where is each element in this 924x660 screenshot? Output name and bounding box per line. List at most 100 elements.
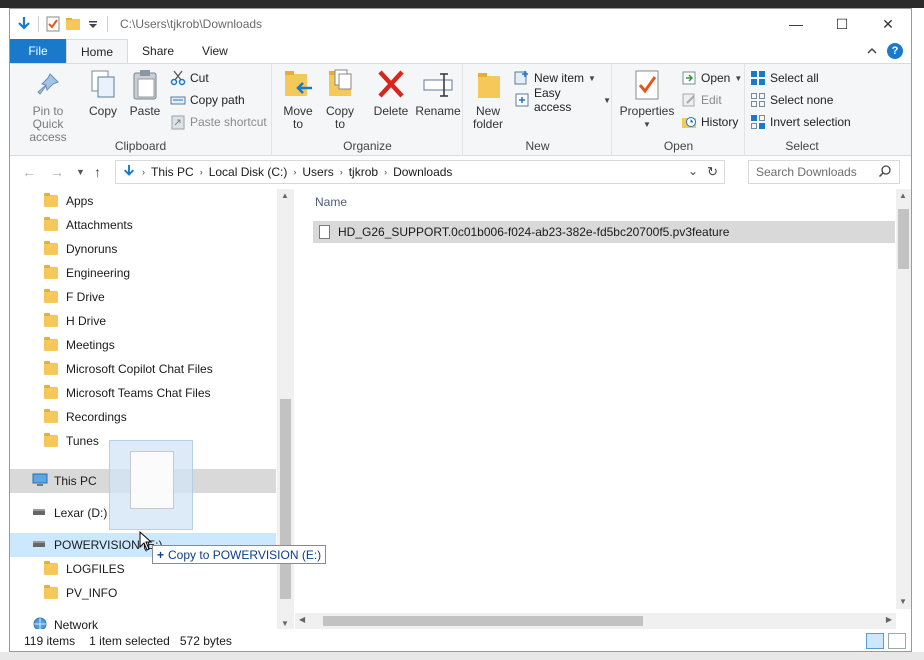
ribbon-tabs: File Home Share View ? (10, 39, 911, 63)
breadcrumb-users[interactable]: Users (298, 165, 337, 179)
recent-locations-icon[interactable]: ▼ (76, 167, 85, 177)
nav-label: Dynoruns (66, 242, 118, 256)
folder-icon (44, 217, 58, 231)
scroll-up-icon[interactable]: ▲ (281, 191, 289, 200)
new-folder-qat-icon[interactable] (65, 16, 81, 32)
tab-share[interactable]: Share (128, 39, 188, 63)
scroll-down-icon[interactable]: ▼ (281, 619, 289, 628)
breadcrumb-local-disk[interactable]: Local Disk (C:) (205, 165, 292, 179)
delete-button[interactable]: Delete (373, 68, 409, 118)
help-icon[interactable]: ? (887, 43, 903, 59)
search-input[interactable]: Search Downloads (748, 160, 900, 184)
invert-selection-button[interactable]: Invert selection (750, 112, 851, 132)
minimize-button[interactable]: — (773, 9, 819, 39)
breadcrumb-separator[interactable]: › (291, 167, 298, 177)
breadcrumb-separator[interactable]: › (338, 167, 345, 177)
scroll-left-icon[interactable]: ◀ (299, 615, 305, 624)
new-item-button[interactable]: New item ▼ (514, 68, 596, 88)
back-arrow-icon[interactable]: ← (22, 164, 36, 180)
file-row[interactable]: HD_G26_SUPPORT.0c01b006-f024-ab23-382e-f… (313, 221, 895, 243)
drag-tooltip-text: Copy to POWERVISION (E:) (168, 547, 322, 562)
breadcrumb-separator[interactable]: › (382, 167, 389, 177)
address-bar[interactable]: › This PC › Local Disk (C:) › Users › tj… (115, 160, 725, 184)
nav-folder-attachments[interactable]: Attachments (10, 213, 276, 237)
nav-folder-apps[interactable]: Apps (10, 189, 276, 213)
paste-shortcut-button[interactable]: Paste shortcut (170, 112, 267, 132)
new-folder-label-2: folder (472, 117, 504, 131)
select-all-button[interactable]: Select all (750, 68, 819, 88)
history-button[interactable]: History (681, 112, 738, 132)
nav-label: Recordings (66, 410, 127, 424)
properties-button[interactable]: Properties ▼ (619, 68, 675, 131)
scroll-down-icon[interactable]: ▼ (899, 597, 907, 606)
background-left (0, 8, 9, 660)
easy-access-button[interactable]: Easy access ▼ (514, 86, 611, 114)
select-none-button[interactable]: Select none (750, 90, 833, 110)
tab-file[interactable]: File (10, 39, 66, 63)
select-all-icon (750, 70, 766, 86)
content-horizontal-scrollbar[interactable]: ◀ ▶ (295, 613, 896, 629)
tab-view[interactable]: View (188, 39, 242, 63)
quick-access-toolbar (10, 16, 110, 32)
nav-label: H Drive (66, 314, 107, 328)
nav-folder-recordings[interactable]: Recordings (10, 405, 276, 429)
nav-folder-f-drive[interactable]: F Drive (10, 285, 276, 309)
nav-folder-teams-chat[interactable]: Microsoft Teams Chat Files (10, 381, 276, 405)
breadcrumb-separator[interactable]: › (140, 167, 147, 177)
tab-home[interactable]: Home (66, 39, 129, 63)
nav-folder-copilot-chat[interactable]: Microsoft Copilot Chat Files (10, 357, 276, 381)
folder-icon (44, 585, 58, 599)
delete-label: Delete (373, 104, 409, 118)
breadcrumb-tjkrob[interactable]: tjkrob (345, 165, 382, 179)
forward-arrow-icon[interactable]: → (50, 164, 64, 180)
nav-label: F Drive (66, 290, 105, 304)
nav-folder-meetings[interactable]: Meetings (10, 333, 276, 357)
breadcrumb-this-pc[interactable]: This PC (147, 165, 198, 179)
copy-to-button[interactable]: Copy to (323, 68, 357, 131)
plus-icon: + (157, 547, 165, 562)
shortcut-folder-icon (44, 265, 58, 279)
details-view-icon[interactable] (866, 633, 884, 649)
nav-folder-h-drive[interactable]: H Drive (10, 309, 276, 333)
folder-icon (44, 409, 58, 423)
folder-icon (44, 385, 58, 399)
open-button[interactable]: Open ▼ (681, 68, 742, 88)
address-dropdown-icon[interactable]: ⌄ (688, 164, 698, 178)
paste-button[interactable]: Paste (128, 68, 162, 118)
content-vertical-scrollbar[interactable]: ▲ ▼ (896, 189, 911, 609)
paste-shortcut-icon (170, 114, 186, 130)
up-arrow-icon[interactable]: ↑ (94, 164, 101, 180)
organize-group-label: Organize (343, 139, 392, 153)
new-folder-button[interactable]: New folder (470, 68, 506, 131)
copy-button[interactable]: Copy (86, 68, 120, 118)
move-to-button[interactable]: Move to (281, 68, 315, 131)
customize-qat-icon[interactable] (85, 16, 101, 32)
search-icon (878, 164, 892, 181)
breadcrumb-separator[interactable]: › (198, 167, 205, 177)
maximize-button[interactable]: ☐ (819, 9, 865, 39)
content-scroll-thumb[interactable] (898, 209, 909, 269)
large-icons-view-icon[interactable] (888, 633, 906, 649)
properties-qat-icon[interactable] (45, 16, 61, 32)
breadcrumb-downloads[interactable]: Downloads (389, 165, 456, 179)
close-button[interactable]: ✕ (865, 9, 911, 39)
pin-quick-access-button[interactable]: Pin to Quick access (16, 68, 80, 144)
collapse-ribbon-icon[interactable] (867, 44, 877, 58)
nav-scroll-thumb[interactable] (280, 399, 291, 599)
clipboard-group-label: Clipboard (114, 139, 167, 153)
rename-button[interactable]: Rename (415, 68, 461, 118)
paste-icon (129, 68, 161, 102)
nav-folder-dynoruns[interactable]: Dynoruns (10, 237, 276, 261)
edit-button[interactable]: Edit (681, 90, 722, 110)
paste-label: Paste (129, 104, 161, 118)
scroll-right-icon[interactable]: ▶ (886, 615, 892, 624)
nav-network[interactable]: Network (10, 613, 276, 629)
cut-button[interactable]: Cut (170, 68, 209, 88)
refresh-icon[interactable]: ↻ (707, 164, 718, 180)
scroll-up-icon[interactable]: ▲ (899, 191, 907, 200)
nav-folder-engineering[interactable]: Engineering (10, 261, 276, 285)
copy-path-button[interactable]: Copy path (170, 90, 245, 110)
nav-folder-pv-info[interactable]: PV_INFO (10, 581, 276, 605)
column-header-name[interactable]: Name (315, 195, 347, 209)
content-h-scroll-thumb[interactable] (323, 616, 643, 626)
